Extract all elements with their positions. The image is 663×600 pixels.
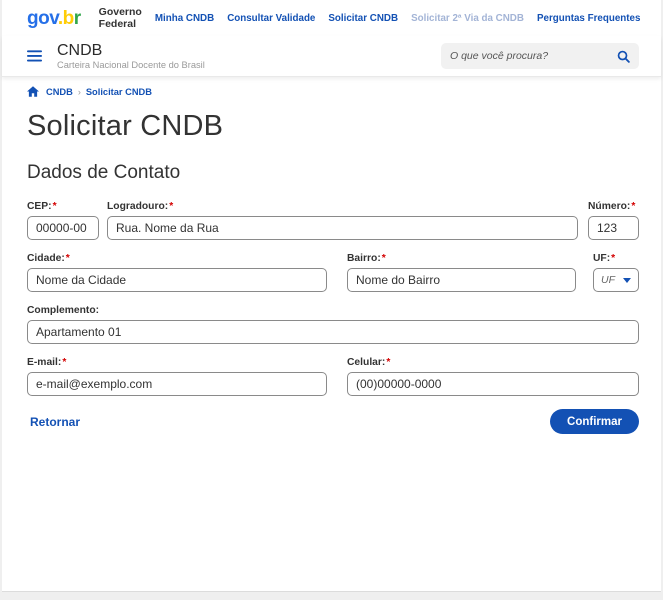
search-box <box>441 43 639 69</box>
uf-field-group: UF:* UF <box>593 253 639 292</box>
top-header: gov.br Governo Federal Minha CNDB Consul… <box>2 0 661 36</box>
numero-field-group: Número:* <box>588 201 639 240</box>
page-title: Solicitar CNDB <box>27 110 639 143</box>
form-row-address-1: CEP:* Logradouro:* Número:* <box>27 201 639 240</box>
nav-link-solicitar-cndb[interactable]: Solicitar CNDB <box>328 13 398 24</box>
numero-label: Número:* <box>588 201 639 212</box>
required-asterisk: * <box>62 357 66 368</box>
logo-part-dot-b: .b <box>58 8 74 29</box>
nav-link-minha-cndb[interactable]: Minha CNDB <box>155 13 214 24</box>
form-row-address-2: Cidade:* Bairro:* UF:* UF <box>27 253 639 292</box>
app-subtitle: Carteira Nacional Docente do Brasil <box>57 60 205 70</box>
required-asterisk: * <box>66 253 70 264</box>
form-actions: Retornar Confirmar <box>27 409 639 434</box>
bairro-label: Bairro:* <box>347 253 576 264</box>
uf-label: UF:* <box>593 253 639 264</box>
contact-form: CEP:* Logradouro:* Número:* Cidade:* <box>27 201 639 434</box>
required-asterisk: * <box>382 253 386 264</box>
celular-input[interactable] <box>347 372 639 396</box>
form-row-complemento: Complemento: <box>27 305 639 344</box>
logradouro-label: Logradouro:* <box>107 201 578 212</box>
breadcrumb: CNDB › Solicitar CNDB <box>27 86 639 97</box>
cep-input[interactable] <box>27 216 99 240</box>
app-title-block: CNDB Carteira Nacional Docente do Brasil <box>57 42 205 70</box>
cidade-label: Cidade:* <box>27 253 327 264</box>
section-title: Dados de Contato <box>27 162 639 184</box>
logo-part-r: r <box>74 8 81 29</box>
cidade-input[interactable] <box>27 268 327 292</box>
logradouro-input[interactable] <box>107 216 578 240</box>
page: gov.br Governo Federal Minha CNDB Consul… <box>2 0 661 592</box>
celular-label: Celular:* <box>347 357 639 368</box>
hamburger-menu-icon[interactable] <box>27 50 42 62</box>
complemento-input[interactable] <box>27 320 639 344</box>
bairro-input[interactable] <box>347 268 576 292</box>
search-icon[interactable] <box>617 50 630 63</box>
gov-federal-label: Governo Federal <box>99 6 142 30</box>
email-field-group: E-mail:* <box>27 357 327 396</box>
home-icon[interactable] <box>27 86 39 97</box>
chevron-down-icon <box>623 278 631 283</box>
nav-link-consultar-validade[interactable]: Consultar Validade <box>227 13 315 24</box>
required-asterisk: * <box>631 201 635 212</box>
app-title: CNDB <box>57 42 205 60</box>
confirmar-button[interactable]: Confirmar <box>550 409 639 434</box>
header-icon-strip <box>658 11 663 25</box>
required-asterisk: * <box>53 201 57 212</box>
logo-part-gov: gov <box>27 8 58 29</box>
govbr-logo[interactable]: gov.br <box>27 9 81 28</box>
celular-field-group: Celular:* <box>347 357 639 396</box>
nav-link-solicitar-2via-cndb[interactable]: Solicitar 2ª Via da CNDB <box>411 13 524 24</box>
required-asterisk: * <box>386 357 390 368</box>
required-asterisk: * <box>611 253 615 264</box>
search-input[interactable] <box>450 50 611 62</box>
complemento-label: Complemento: <box>27 305 639 316</box>
breadcrumb-link-cndb[interactable]: CNDB <box>46 87 73 97</box>
app-bar: CNDB Carteira Nacional Docente do Brasil <box>2 36 661 77</box>
logradouro-field-group: Logradouro:* <box>107 201 578 240</box>
email-label: E-mail:* <box>27 357 327 368</box>
cep-label: CEP:* <box>27 201 99 212</box>
uf-select-value: UF <box>601 274 623 286</box>
email-input[interactable] <box>27 372 327 396</box>
retornar-link[interactable]: Retornar <box>30 415 80 429</box>
required-asterisk: * <box>169 201 173 212</box>
complemento-field-group: Complemento: <box>27 305 639 344</box>
top-nav: Minha CNDB Consultar Validade Solicitar … <box>142 13 641 24</box>
numero-input[interactable] <box>588 216 639 240</box>
bairro-field-group: Bairro:* <box>347 253 576 292</box>
breadcrumb-current[interactable]: Solicitar CNDB <box>86 87 152 97</box>
form-row-contact: E-mail:* Celular:* <box>27 357 639 396</box>
cep-field-group: CEP:* <box>27 201 99 240</box>
uf-select[interactable]: UF <box>593 268 639 292</box>
main-content: CNDB › Solicitar CNDB Solicitar CNDB Dad… <box>2 77 661 591</box>
cidade-field-group: Cidade:* <box>27 253 327 292</box>
breadcrumb-separator: › <box>78 87 81 97</box>
nav-link-perguntas-frequentes[interactable]: Perguntas Frequentes <box>537 13 640 24</box>
